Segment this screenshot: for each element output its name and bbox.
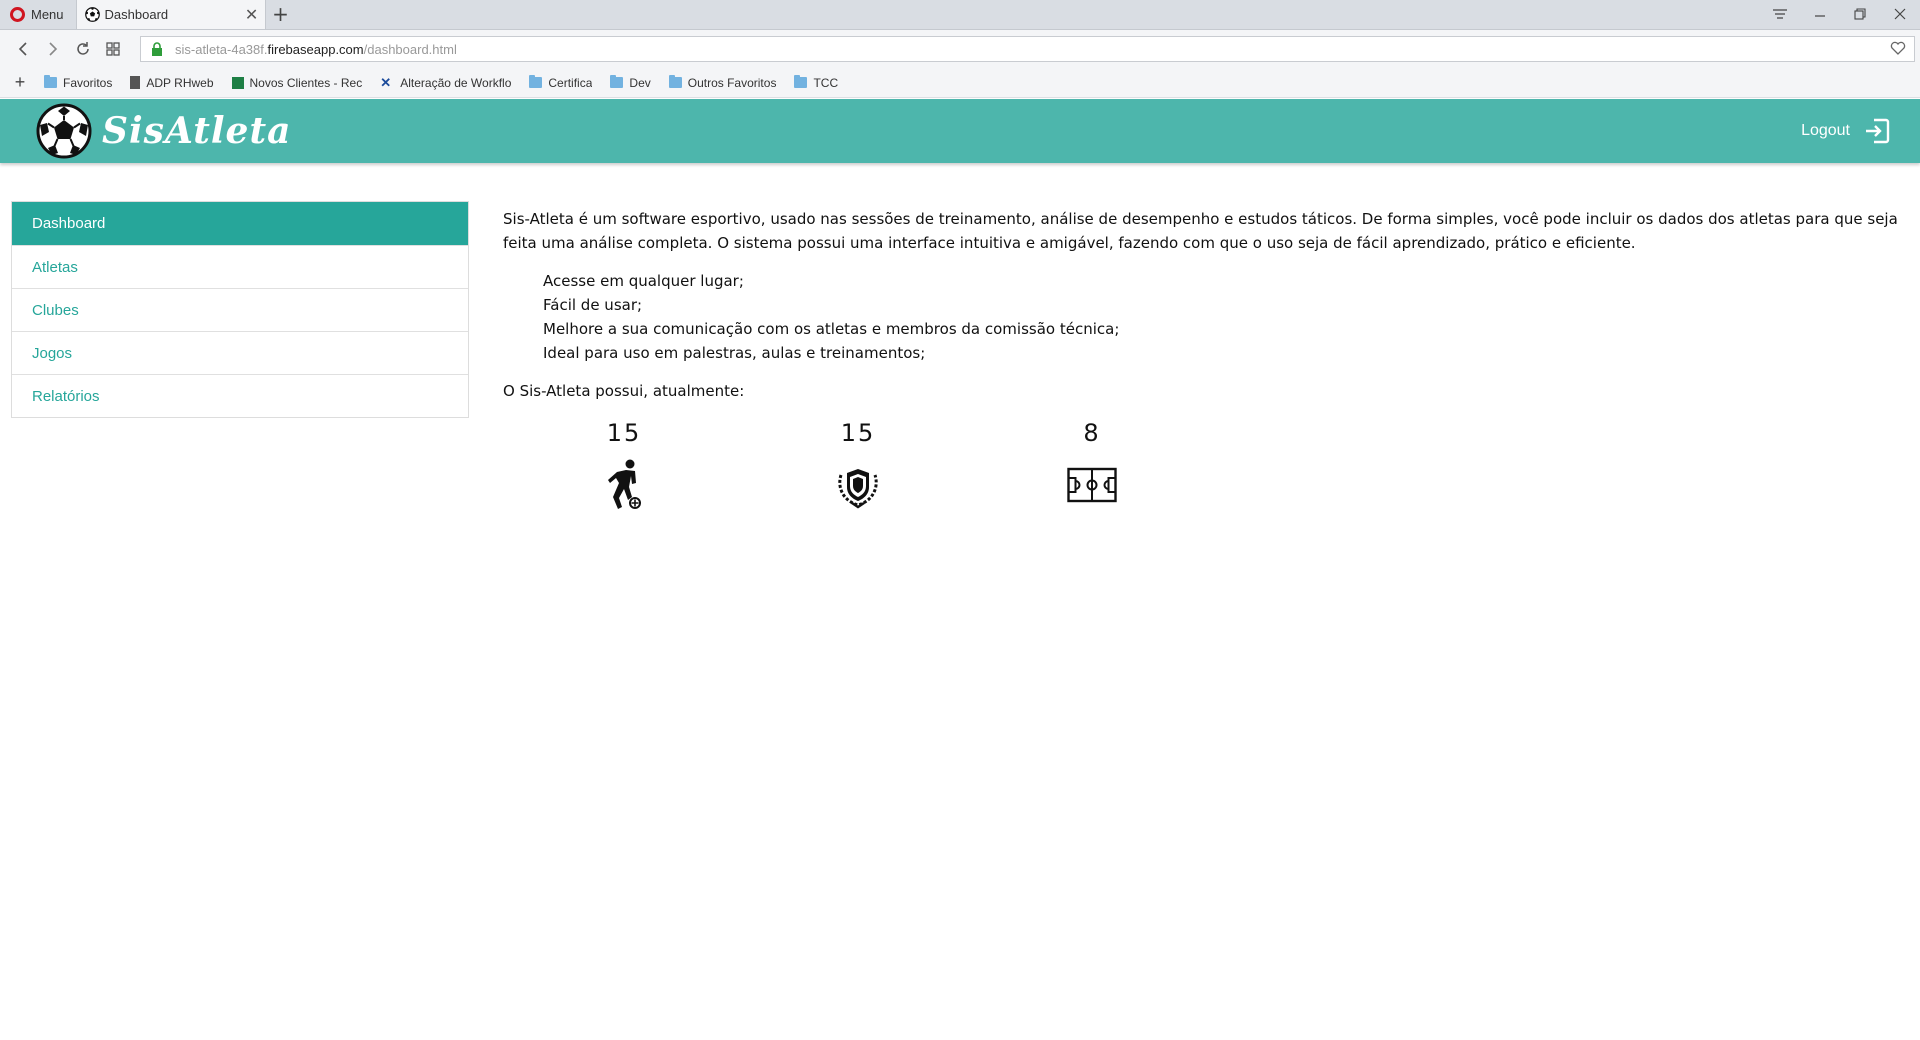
feature-item: Fácil de usar; bbox=[543, 296, 643, 314]
spreadsheet-icon bbox=[231, 76, 244, 89]
feature-item: Ideal para uso em palestras, aulas e tre… bbox=[543, 344, 926, 362]
bookmark-certifica[interactable]: Certifica bbox=[529, 75, 593, 90]
folder-icon bbox=[529, 75, 543, 88]
stat-athletes-count: 15 bbox=[606, 419, 642, 447]
bookmark-label: TCC bbox=[813, 75, 839, 90]
browser-tab-bar: Menu Dashboard ✕ + bbox=[0, 0, 1920, 30]
sidebar-item-label: Clubes bbox=[32, 301, 79, 319]
main-content: Sis-Atleta é um software esportivo, usad… bbox=[503, 207, 1908, 511]
intro-paragraph: Sis-Atleta é um software esportivo, usad… bbox=[503, 210, 1898, 252]
reload-icon[interactable] bbox=[68, 34, 98, 64]
stats-row: 15 15 8 bbox=[599, 419, 1908, 511]
stat-athletes: 15 bbox=[599, 419, 833, 511]
url-path: /dashboard.html bbox=[363, 41, 457, 57]
opera-menu-button[interactable]: Menu bbox=[0, 0, 76, 29]
x-icon: ✕ bbox=[380, 74, 392, 90]
tab-title: Dashboard bbox=[104, 7, 169, 22]
stats-caption: O Sis-Atleta possui, atualmente: bbox=[503, 382, 745, 400]
sidebar-item-relatorios[interactable]: Relatórios bbox=[12, 374, 468, 417]
brand-name: SisAtleta bbox=[102, 110, 292, 152]
bookmark-tcc[interactable]: TCC bbox=[794, 75, 839, 90]
document-icon bbox=[130, 76, 141, 89]
bookmark-label: Novos Clientes - Rec bbox=[249, 75, 363, 90]
soccer-ball-logo-icon bbox=[36, 103, 92, 159]
bookmark-label: Alteração de Workflo bbox=[400, 75, 512, 90]
bookmark-label: ADP RHweb bbox=[146, 75, 214, 90]
stat-games-count: 8 bbox=[1083, 419, 1101, 447]
feature-item: Acesse em qualquer lugar; bbox=[543, 272, 744, 290]
bookmark-heart-icon[interactable] bbox=[1890, 41, 1906, 58]
logout-button[interactable]: Logout bbox=[1801, 118, 1890, 144]
address-bar: sis-atleta-4a38f. firebaseapp.com/dashboa… bbox=[0, 30, 1920, 68]
bookmark-label: Favoritos bbox=[63, 75, 113, 90]
bookmark-favoritos[interactable]: Favoritos bbox=[44, 75, 113, 90]
opera-logo-icon bbox=[10, 6, 25, 22]
bookmark-adp-rhweb[interactable]: ADP RHweb bbox=[130, 75, 214, 90]
brand-logo[interactable]: SisAtleta bbox=[36, 103, 291, 159]
soccer-player-icon bbox=[608, 459, 641, 509]
app-header: SisAtleta Logout bbox=[0, 99, 1920, 163]
sidebar-item-label: Jogos bbox=[32, 344, 73, 362]
restore-icon[interactable] bbox=[1840, 0, 1880, 29]
tab-close-icon[interactable]: ✕ bbox=[245, 5, 259, 25]
tab-menu-icon[interactable] bbox=[1760, 0, 1800, 29]
url-input[interactable]: sis-atleta-4a38f. firebaseapp.com/dashboa… bbox=[140, 36, 1915, 62]
minimize-icon[interactable] bbox=[1800, 0, 1840, 29]
lock-icon bbox=[152, 42, 162, 56]
features-list: Acesse em qualquer lugar; Fácil de usar;… bbox=[543, 269, 1908, 365]
club-crest-icon bbox=[838, 469, 878, 509]
speed-dial-icon[interactable] bbox=[98, 34, 128, 64]
sidebar-item-atletas[interactable]: Atletas bbox=[12, 245, 468, 288]
folder-icon bbox=[44, 75, 57, 88]
back-icon[interactable] bbox=[8, 34, 38, 64]
url-subdomain: sis-atleta-4a38f. bbox=[175, 41, 268, 57]
bookmark-label: Certifica bbox=[548, 75, 593, 90]
feature-item: Melhore a sua comunicação com os atletas… bbox=[543, 320, 1120, 338]
sidebar-item-label: Dashboard bbox=[32, 215, 106, 232]
browser-tab-dashboard[interactable]: Dashboard ✕ bbox=[75, 0, 266, 29]
soccer-ball-favicon-icon bbox=[84, 7, 100, 22]
stat-games: 8 bbox=[1067, 419, 1301, 511]
bookmark-label: Outros Favoritos bbox=[687, 75, 777, 90]
bookmark-alteracao-workflow[interactable]: ✕ Alteração de Workflo bbox=[380, 75, 511, 91]
opera-menu-label: Menu bbox=[31, 6, 64, 22]
exit-icon bbox=[1866, 118, 1890, 144]
bookmarks-bar: + Favoritos ADP RHweb Novos Clientes - R… bbox=[0, 68, 1920, 98]
folder-icon bbox=[668, 75, 682, 88]
sidebar-item-clubes[interactable]: Clubes bbox=[12, 288, 468, 331]
new-tab-plus-icon[interactable]: + bbox=[266, 0, 296, 29]
bookmark-dev[interactable]: Dev bbox=[610, 75, 651, 90]
sidebar-item-label: Atletas bbox=[32, 258, 78, 276]
sidebar-item-label: Relatórios bbox=[32, 387, 100, 405]
soccer-field-icon bbox=[1067, 467, 1117, 503]
sidebar-nav: Dashboard Atletas Clubes Jogos Relatório… bbox=[11, 201, 469, 418]
logout-label: Logout bbox=[1801, 122, 1850, 139]
folder-icon bbox=[610, 75, 624, 88]
window-controls bbox=[1760, 0, 1920, 29]
close-window-icon[interactable] bbox=[1880, 0, 1920, 29]
bookmark-novos-clientes[interactable]: Novos Clientes - Rec bbox=[231, 75, 363, 90]
stat-clubs-count: 15 bbox=[840, 419, 876, 447]
sidebar-item-dashboard[interactable]: Dashboard bbox=[12, 202, 468, 245]
add-bookmark-plus-icon[interactable]: + bbox=[10, 72, 30, 93]
stat-clubs: 15 bbox=[833, 419, 1067, 511]
bookmark-outros-favoritos[interactable]: Outros Favoritos bbox=[668, 75, 777, 90]
bookmark-label: Dev bbox=[629, 75, 651, 90]
url-domain: firebaseapp.com bbox=[267, 41, 364, 57]
folder-icon bbox=[794, 75, 808, 88]
forward-icon[interactable] bbox=[38, 34, 68, 64]
sidebar-item-jogos[interactable]: Jogos bbox=[12, 331, 468, 374]
